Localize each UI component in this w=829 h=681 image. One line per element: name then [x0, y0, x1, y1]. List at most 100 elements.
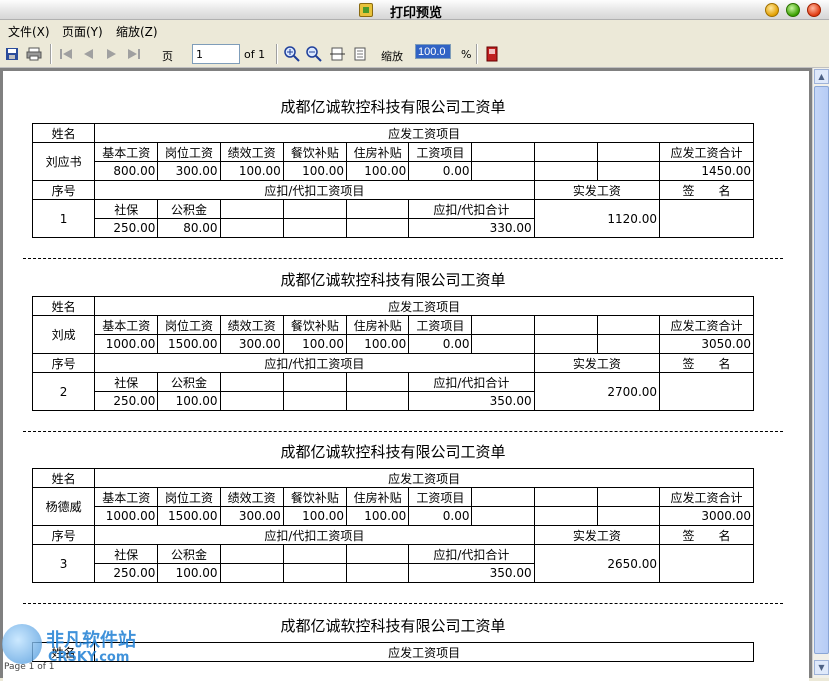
save-icon[interactable] [3, 45, 21, 63]
net-header: 实发工资 [572, 356, 621, 371]
menu-zoom[interactable]: 缩放(Z) [116, 23, 158, 40]
name-header: 姓名 [51, 471, 76, 486]
prev-page-icon[interactable] [79, 45, 97, 63]
toolbar-separator [476, 44, 478, 64]
zoom-out-icon[interactable] [305, 45, 323, 63]
fund-header: 公积金 [170, 202, 207, 217]
deduct-total-value: 350.00 [489, 394, 532, 408]
vertical-scrollbar[interactable]: ▲ ▼ [812, 68, 829, 678]
net-header: 实发工资 [572, 183, 621, 198]
sign-header: 签 名 [682, 183, 731, 198]
zoom-in-icon[interactable] [283, 45, 301, 63]
gross-total-header: 应发工资合计 [670, 490, 743, 505]
seq-value: 1 [59, 211, 68, 226]
deduct-total-value: 330.00 [489, 221, 532, 235]
meal-header: 餐饮补贴 [290, 145, 339, 160]
page-width-icon[interactable] [329, 45, 347, 63]
last-page-icon[interactable] [125, 45, 143, 63]
deduct-total-header: 应扣/代扣合计 [433, 375, 510, 390]
item-value: 0.00 [442, 509, 470, 523]
maximize-button[interactable] [786, 3, 800, 17]
page-number-input[interactable] [192, 44, 240, 64]
social-value: 250.00 [113, 394, 156, 408]
meal-value: 100.00 [302, 509, 345, 523]
print-page: 成都亿诚软控科技有限公司工资单 姓名 应发工资项目 刘应书 基本工资 岗位工资 绩效工资餐… [3, 71, 809, 681]
first-page-icon[interactable] [57, 45, 75, 63]
base-header: 基本工资 [102, 318, 151, 333]
housing-header: 住房补贴 [353, 145, 402, 160]
window-title: 打印预览 [390, 6, 443, 21]
scroll-down-icon[interactable]: ▼ [814, 660, 829, 675]
employee-name: 刘成 [51, 328, 76, 342]
toolbar-separator [50, 44, 52, 64]
deduct-section-header: 应扣/代扣工资项目 [264, 528, 365, 543]
exit-icon[interactable] [483, 45, 501, 63]
app-icon [359, 3, 373, 17]
fund-header: 公积金 [170, 547, 207, 562]
post-value: 1500.00 [167, 337, 218, 351]
watermark-en: CRSKY.com [48, 650, 130, 665]
toolbar-separator [276, 44, 278, 64]
perf-header: 绩效工资 [227, 145, 276, 160]
item-header: 工资项目 [416, 490, 465, 505]
base-value: 1000.00 [105, 509, 156, 523]
perf-header: 绩效工资 [227, 318, 276, 333]
name-header: 姓名 [51, 299, 76, 314]
post-value: 300.00 [175, 164, 218, 178]
gross-total-header: 应发工资合计 [670, 318, 743, 333]
page-break-line [23, 431, 783, 432]
social-header: 社保 [114, 547, 139, 562]
fund-value: 80.00 [183, 221, 218, 235]
base-value: 800.00 [113, 164, 156, 178]
minimize-button[interactable] [765, 3, 779, 17]
close-button[interactable] [807, 3, 821, 17]
social-header: 社保 [114, 375, 139, 390]
social-value: 250.00 [113, 221, 156, 235]
sign-header: 签 名 [682, 356, 731, 371]
scroll-up-icon[interactable]: ▲ [814, 69, 829, 84]
housing-value: 100.00 [364, 509, 407, 523]
status-page-text: Page 1 of 1 [4, 662, 55, 672]
fund-header: 公积金 [170, 375, 207, 390]
employee-name: 刘应书 [45, 155, 82, 169]
perf-header: 绩效工资 [227, 490, 276, 505]
payslip-title: 成都亿诚软控科技有限公司工资单 [280, 98, 506, 116]
housing-value: 100.00 [364, 164, 407, 178]
net-value: 2650.00 [607, 556, 658, 571]
menu-file[interactable]: 文件(X) [8, 23, 50, 40]
seq-value: 3 [59, 556, 68, 571]
page-label: 页 [162, 50, 173, 63]
seq-value: 2 [59, 384, 68, 399]
menu-bar: 文件(X) 页面(Y) 缩放(Z) [0, 20, 829, 39]
fund-value: 100.00 [175, 394, 218, 408]
preview-viewport: 成都亿诚软控科技有限公司工资单 姓名 应发工资项目 刘应书 基本工资 岗位工资 绩效工资餐… [0, 68, 812, 681]
housing-header: 住房补贴 [353, 318, 402, 333]
item-value: 0.00 [442, 164, 470, 178]
gross-total-value: 3000.00 [701, 509, 751, 523]
deduct-total-header: 应扣/代扣合计 [433, 202, 510, 217]
meal-header: 餐饮补贴 [290, 318, 339, 333]
scroll-thumb[interactable] [814, 86, 829, 654]
payslip-title: 成都亿诚软控科技有限公司工资单 [280, 443, 506, 461]
page-count-label: of 1 [244, 48, 266, 61]
print-icon[interactable] [25, 45, 43, 63]
post-header: 岗位工资 [164, 490, 213, 505]
payslip-title: 成都亿诚软控科技有限公司工资单 [280, 271, 506, 289]
meal-header: 餐饮补贴 [290, 490, 339, 505]
item-header: 工资项目 [416, 145, 465, 160]
perf-value: 300.00 [238, 337, 281, 351]
zoom-input[interactable] [415, 44, 451, 59]
whole-page-icon[interactable] [351, 45, 369, 63]
gross-total-header: 应发工资合计 [670, 145, 743, 160]
post-header: 岗位工资 [164, 318, 213, 333]
deduct-total-value: 350.00 [489, 566, 532, 580]
menu-page[interactable]: 页面(Y) [62, 23, 103, 40]
perf-value: 100.00 [238, 164, 281, 178]
perf-value: 300.00 [238, 509, 281, 523]
title-bar: 打印预览 [0, 0, 829, 21]
net-value: 2700.00 [607, 384, 658, 399]
meal-value: 100.00 [302, 337, 345, 351]
seq-header: 序号 [51, 183, 76, 198]
meal-value: 100.00 [302, 164, 345, 178]
next-page-icon[interactable] [103, 45, 121, 63]
